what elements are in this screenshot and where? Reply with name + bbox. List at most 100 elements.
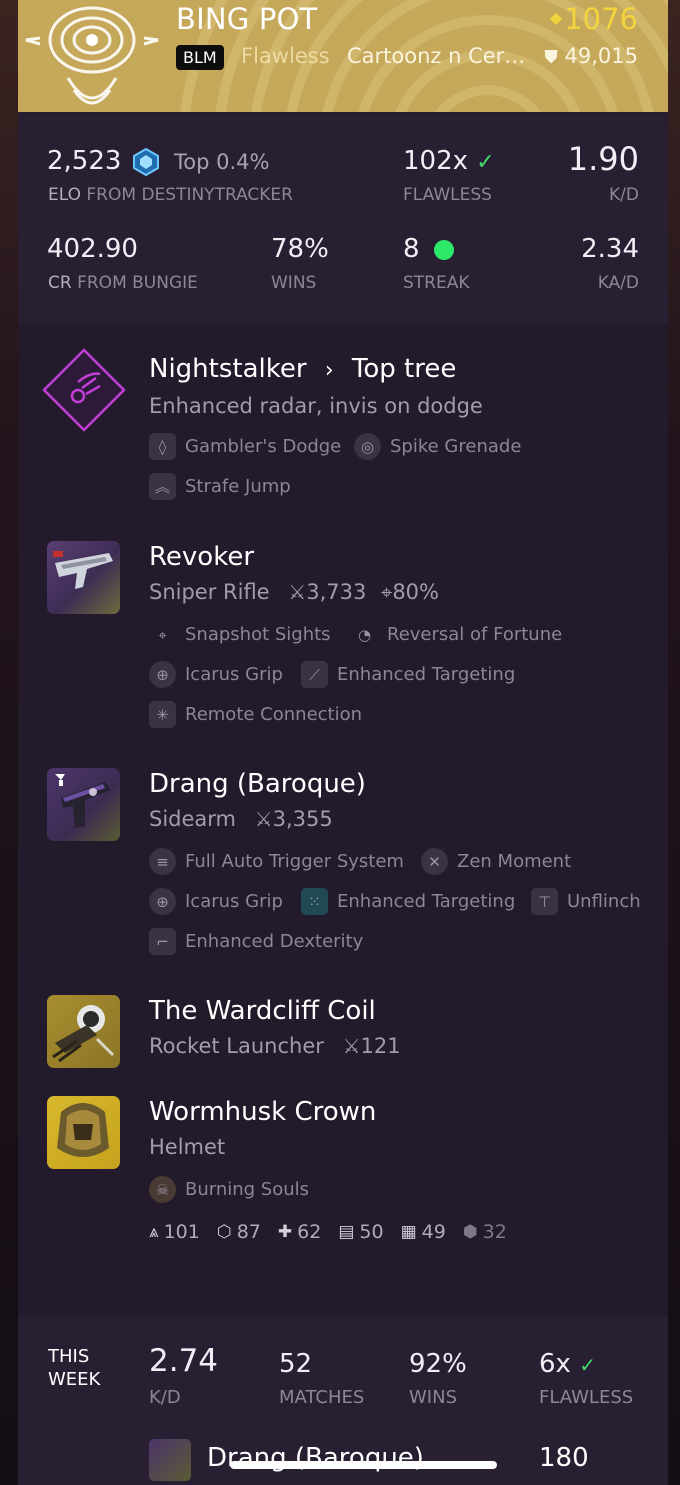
clan-name: Cartoonz n Cer…	[347, 44, 526, 68]
helmet-icon	[57, 1103, 109, 1157]
intellect-stat: ▦ 49	[400, 1221, 446, 1243]
kd-value: 1.90	[567, 140, 639, 178]
week-flawless-label: FLAWLESS	[539, 1387, 634, 1408]
targeting-icon: ⟋	[301, 661, 328, 688]
jump-icon: ︽	[149, 473, 176, 500]
subclass-title[interactable]: Nightstalker › Top tree	[149, 354, 456, 384]
week-wins-label: WINS	[409, 1387, 457, 1408]
sniper-rifle-icon	[53, 551, 113, 589]
player-card: BING POT ◆1076 BLM Flawless Cartoonz n C…	[18, 0, 668, 1485]
drang-weapon-icon[interactable]	[47, 768, 120, 841]
this-week-section: THIS WEEK 2.74 K/D 52 MATCHES 92% WINS 6…	[18, 1315, 668, 1485]
perk-zen-moment[interactable]: ✕ Zen Moment	[421, 848, 571, 875]
perk-enhanced-targeting[interactable]: ⟋ Enhanced Targeting	[301, 661, 515, 688]
emblem-icon	[25, 6, 159, 105]
perk-burning-souls[interactable]: ☠ Burning Souls	[149, 1176, 309, 1203]
wormhusk-type: Helmet	[149, 1135, 226, 1159]
wardcliff-kills: 121	[360, 1034, 401, 1058]
perk-icarus-grip-2[interactable]: ⊕ Icarus Grip	[149, 888, 283, 915]
wardcliff-name[interactable]: The Wardcliff Coil	[149, 996, 376, 1026]
subclass-description: Enhanced radar, invis on dodge	[149, 394, 483, 418]
wardcliff-coil-icon[interactable]	[47, 995, 120, 1068]
rocket-launcher-icon	[52, 1005, 115, 1063]
cr-label: CR FROM BUNGIE	[48, 273, 198, 293]
drang-name[interactable]: Drang (Baroque)	[149, 769, 366, 799]
elo-rank-icon	[132, 147, 159, 176]
resilience-icon: ⬡	[216, 1222, 232, 1242]
streak-stat: 8	[403, 234, 454, 264]
revoker-name[interactable]: Revoker	[149, 542, 254, 572]
wins-value: 78%	[271, 234, 329, 264]
perk-strafe-jump[interactable]: ︽ Strafe Jump	[149, 473, 291, 500]
wormhusk-name[interactable]: Wormhusk Crown	[149, 1097, 376, 1127]
streak-active-icon	[433, 239, 454, 260]
perk-full-auto-trigger[interactable]: ≡ Full Auto Trigger System	[149, 848, 404, 875]
player-name: BING POT	[176, 2, 318, 36]
perk-snapshot-sights[interactable]: ⌖ Snapshot Sights	[149, 621, 330, 648]
perk-remote-connection[interactable]: ✳ Remote Connection	[149, 701, 362, 728]
kad-label: KA/D	[597, 273, 639, 293]
grip-icon: ⊕	[149, 888, 176, 915]
perk-unflinch[interactable]: ⊤ Unflinch	[531, 888, 641, 915]
perk-enhanced-dexterity[interactable]: ⌐ Enhanced Dexterity	[149, 928, 363, 955]
check-icon: ✓	[476, 150, 495, 175]
week-kd-value: 2.74	[149, 1343, 219, 1379]
perk-spike-grenade[interactable]: ◎ Spike Grenade	[354, 433, 521, 460]
recovery-icon: ✚	[277, 1222, 293, 1242]
zen-icon: ✕	[421, 848, 448, 875]
week-flawless-value: 6x	[539, 1349, 571, 1379]
flawless-value: 102x	[403, 146, 469, 176]
trigger-icon: ≡	[149, 848, 176, 875]
grip-icon: ⊕	[149, 661, 176, 688]
revoker-precision: 80%	[392, 580, 439, 604]
elo-value: 2,523	[47, 146, 122, 176]
week-top-weapon-icon[interactable]	[149, 1439, 191, 1481]
week-top-weapon-kills: 180	[539, 1443, 589, 1473]
chevron-right-icon: ›	[324, 358, 334, 383]
connection-icon: ✳	[149, 701, 176, 728]
crossed-swords-icon: ⚔	[342, 1034, 361, 1058]
streak-label: STREAK	[403, 273, 470, 293]
revoker-weapon-icon[interactable]	[47, 541, 120, 614]
player-header[interactable]: BING POT ◆1076 BLM Flawless Cartoonz n C…	[18, 0, 668, 112]
loadout-section: Nightstalker › Top tree Enhanced radar, …	[18, 324, 668, 1314]
dodge-icon: ◊	[149, 433, 176, 460]
nightstalker-subclass-icon[interactable]	[42, 348, 126, 432]
discipline-stat: ▤ 50	[338, 1221, 384, 1243]
week-kd-label: K/D	[149, 1387, 181, 1408]
discipline-icon: ▤	[338, 1222, 355, 1242]
cr-value: 402.90	[47, 234, 138, 264]
elo-label: ELO FROM DESTINYTRACKER	[48, 185, 293, 205]
week-flawless-stat: 6x ✓	[539, 1349, 596, 1379]
subclass-name: Nightstalker	[149, 354, 307, 384]
elo-rank: Top 0.4%	[173, 150, 270, 174]
home-indicator[interactable]	[230, 1461, 497, 1469]
perk-reversal-of-fortune[interactable]: ◔ Reversal of Fortune	[351, 621, 562, 648]
sight-icon: ⌖	[158, 625, 167, 644]
unflinch-icon: ⊤	[531, 888, 558, 915]
light-level: ◆1076	[550, 2, 638, 36]
perk-enhanced-targeting-2[interactable]: ⁙ Enhanced Targeting	[301, 888, 515, 915]
grenade-icon: ◎	[354, 433, 381, 460]
perk-gamblers-dodge[interactable]: ◊ Gambler's Dodge	[149, 433, 341, 460]
perk-icarus-grip[interactable]: ⊕ Icarus Grip	[149, 661, 283, 688]
kd-label: K/D	[609, 185, 639, 205]
this-week-label: THIS WEEK	[48, 1346, 101, 1390]
drang-details: Sidearm ⚔3,355	[149, 807, 333, 831]
crossed-swords-icon: ⚔	[254, 807, 273, 831]
sidearm-icon	[55, 774, 111, 828]
check-icon: ✓	[579, 1353, 596, 1377]
intellect-icon: ▦	[400, 1222, 417, 1242]
revoker-details: Sniper Rifle ⚔3,733 ⌖80%	[149, 580, 439, 604]
strength-stat: ⬢ 32	[462, 1221, 507, 1243]
clan-tag-badge: BLM	[176, 45, 224, 70]
revoker-kills: 3,733	[306, 580, 367, 604]
resilience-stat: ⬡ 87	[216, 1221, 261, 1243]
armor-stats: ⩓ 101 ⬡ 87 ✚ 62 ▤ 50 ▦ 49 ⬢ 32	[149, 1221, 524, 1243]
subclass-tree: Top tree	[351, 354, 457, 384]
streak-value: 8	[403, 234, 420, 264]
week-matches-label: MATCHES	[279, 1387, 365, 1408]
wormhusk-crown-icon[interactable]	[47, 1096, 120, 1169]
glory-value: 49,015	[564, 44, 638, 68]
wins-label: WINS	[271, 273, 317, 293]
